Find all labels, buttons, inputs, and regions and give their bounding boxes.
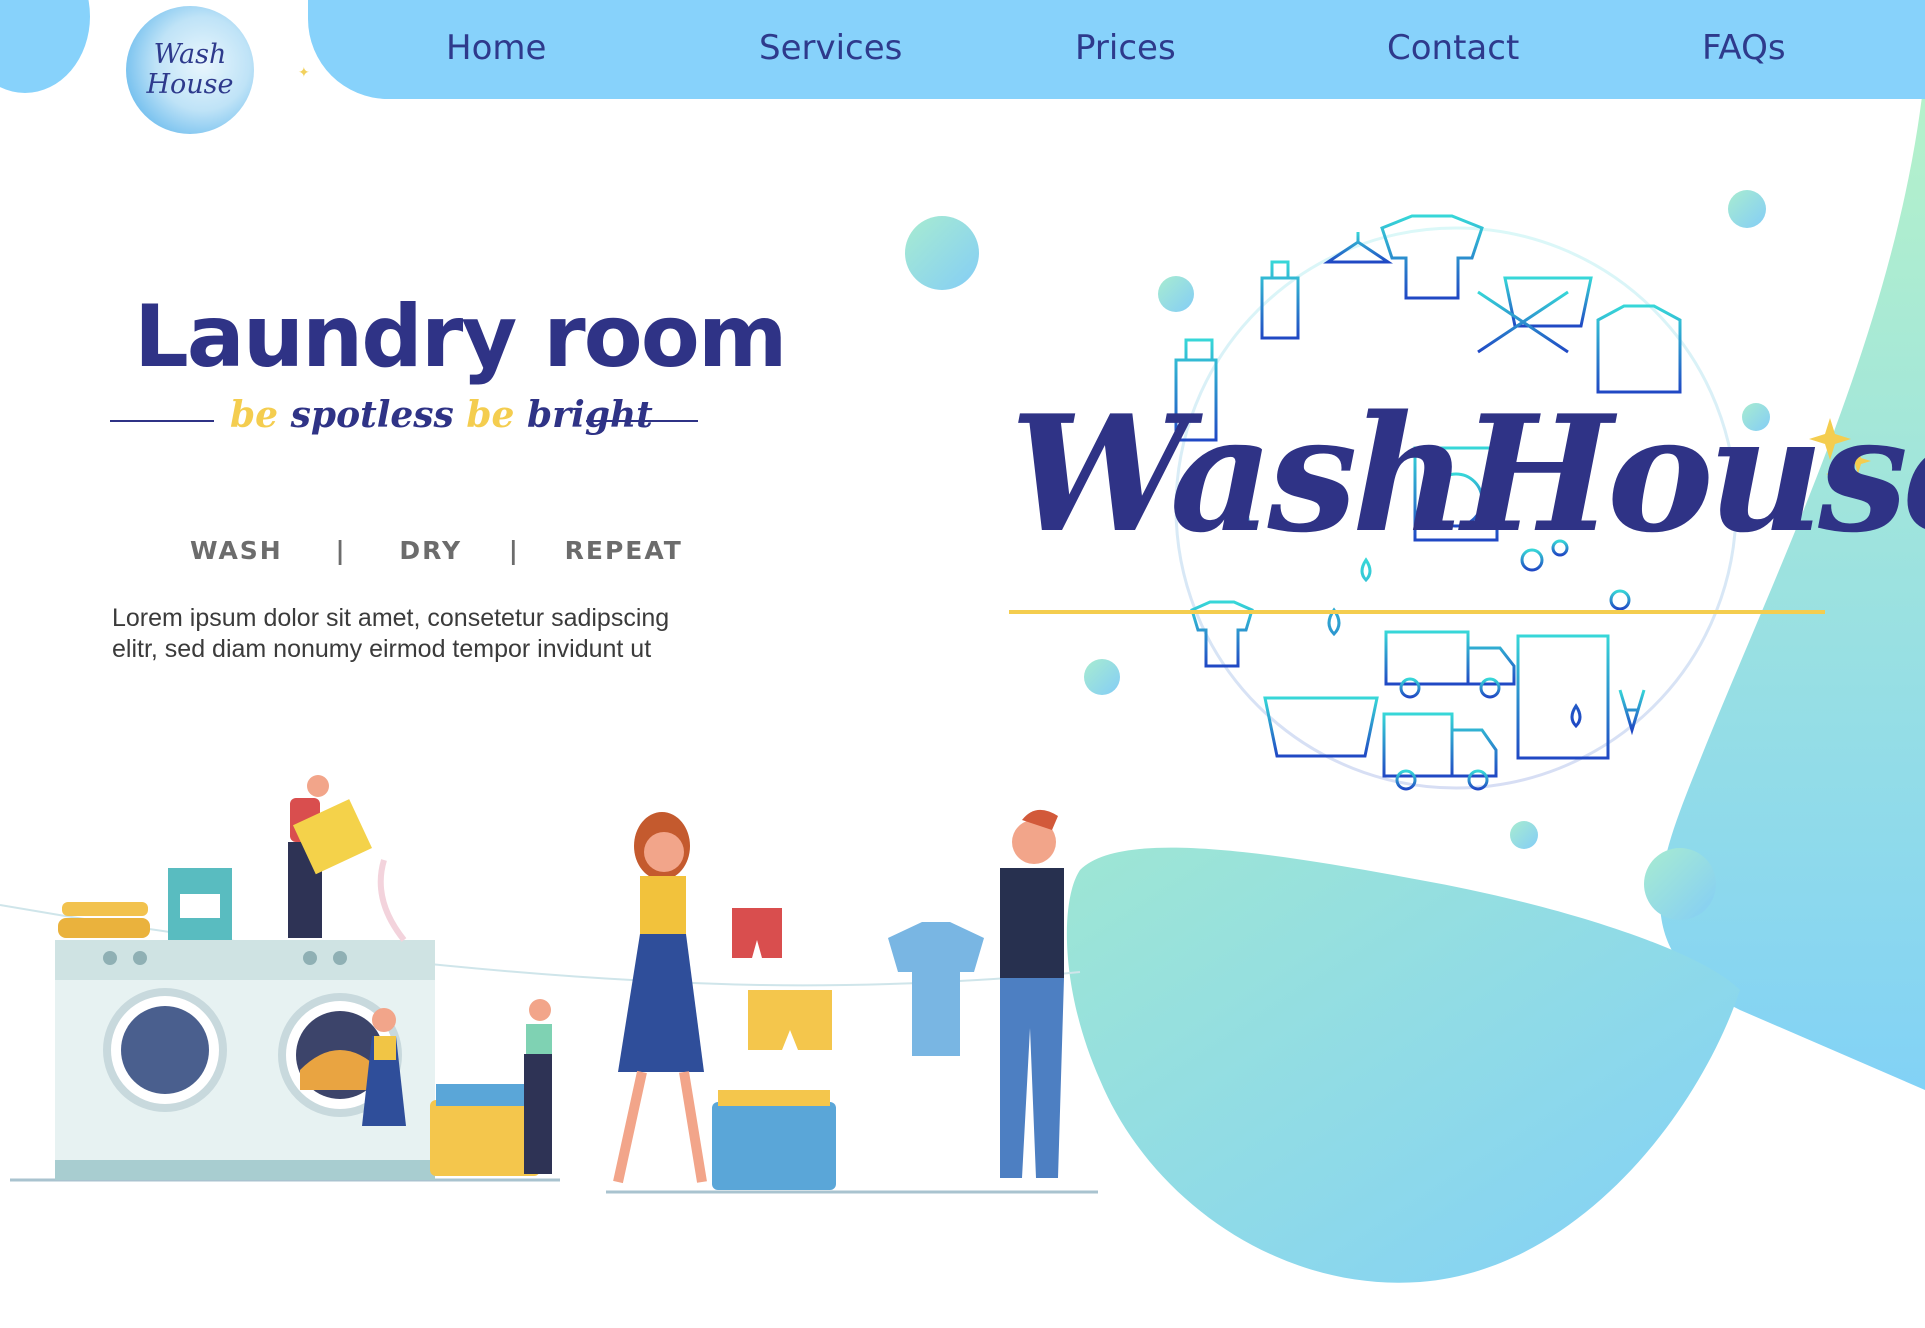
sparkle-icon: ✦ (298, 64, 310, 80)
logo-text-line2: House (146, 69, 234, 100)
tagline-be-2: be (466, 394, 515, 436)
bubble (1644, 848, 1716, 920)
bubble (1728, 190, 1766, 228)
tagline-rule-left (110, 420, 214, 422)
tagline-word-1: spotless (290, 394, 454, 436)
page-title: Laundry room (134, 287, 787, 387)
nav-prices-link[interactable]: Prices (1075, 28, 1176, 74)
logo[interactable]: Wash House (126, 6, 254, 134)
nav-contact-link[interactable]: Contact (1387, 28, 1519, 74)
step-wash: WASH (190, 536, 283, 565)
floor-line (10, 1178, 1098, 1194)
bubble (1084, 659, 1120, 695)
process-steps: WASH | DRY | REPEAT (190, 536, 683, 565)
bubble (1510, 821, 1538, 849)
logo-text-line1: Wash (153, 39, 227, 70)
nav-services-link[interactable]: Services (759, 28, 902, 74)
bubble (905, 216, 979, 290)
bubble (1158, 276, 1194, 312)
bottom-blob-shape (1066, 847, 1740, 1283)
tagline-be-1: be (230, 394, 279, 436)
step-dry: DRY (399, 536, 463, 565)
brand-wordmark: WashHouse (1010, 380, 1925, 568)
step-repeat: REPEAT (564, 536, 683, 565)
mint-curve-shape (1660, 70, 1925, 1090)
nav-faqs-link[interactable]: FAQs (1702, 28, 1786, 74)
brand-underline (1009, 610, 1825, 614)
nav-home-link[interactable]: Home (446, 28, 546, 74)
step-divider: | (508, 536, 520, 565)
hero-body-text: Lorem ipsum dolor sit amet, consetetur s… (112, 604, 670, 663)
tagline: be spotless be bright (110, 390, 698, 450)
tagline-text: be spotless be bright (230, 394, 653, 436)
tagline-rule-right (586, 420, 698, 422)
step-divider: | (335, 536, 347, 565)
tagline-word-2: bright (527, 394, 653, 436)
